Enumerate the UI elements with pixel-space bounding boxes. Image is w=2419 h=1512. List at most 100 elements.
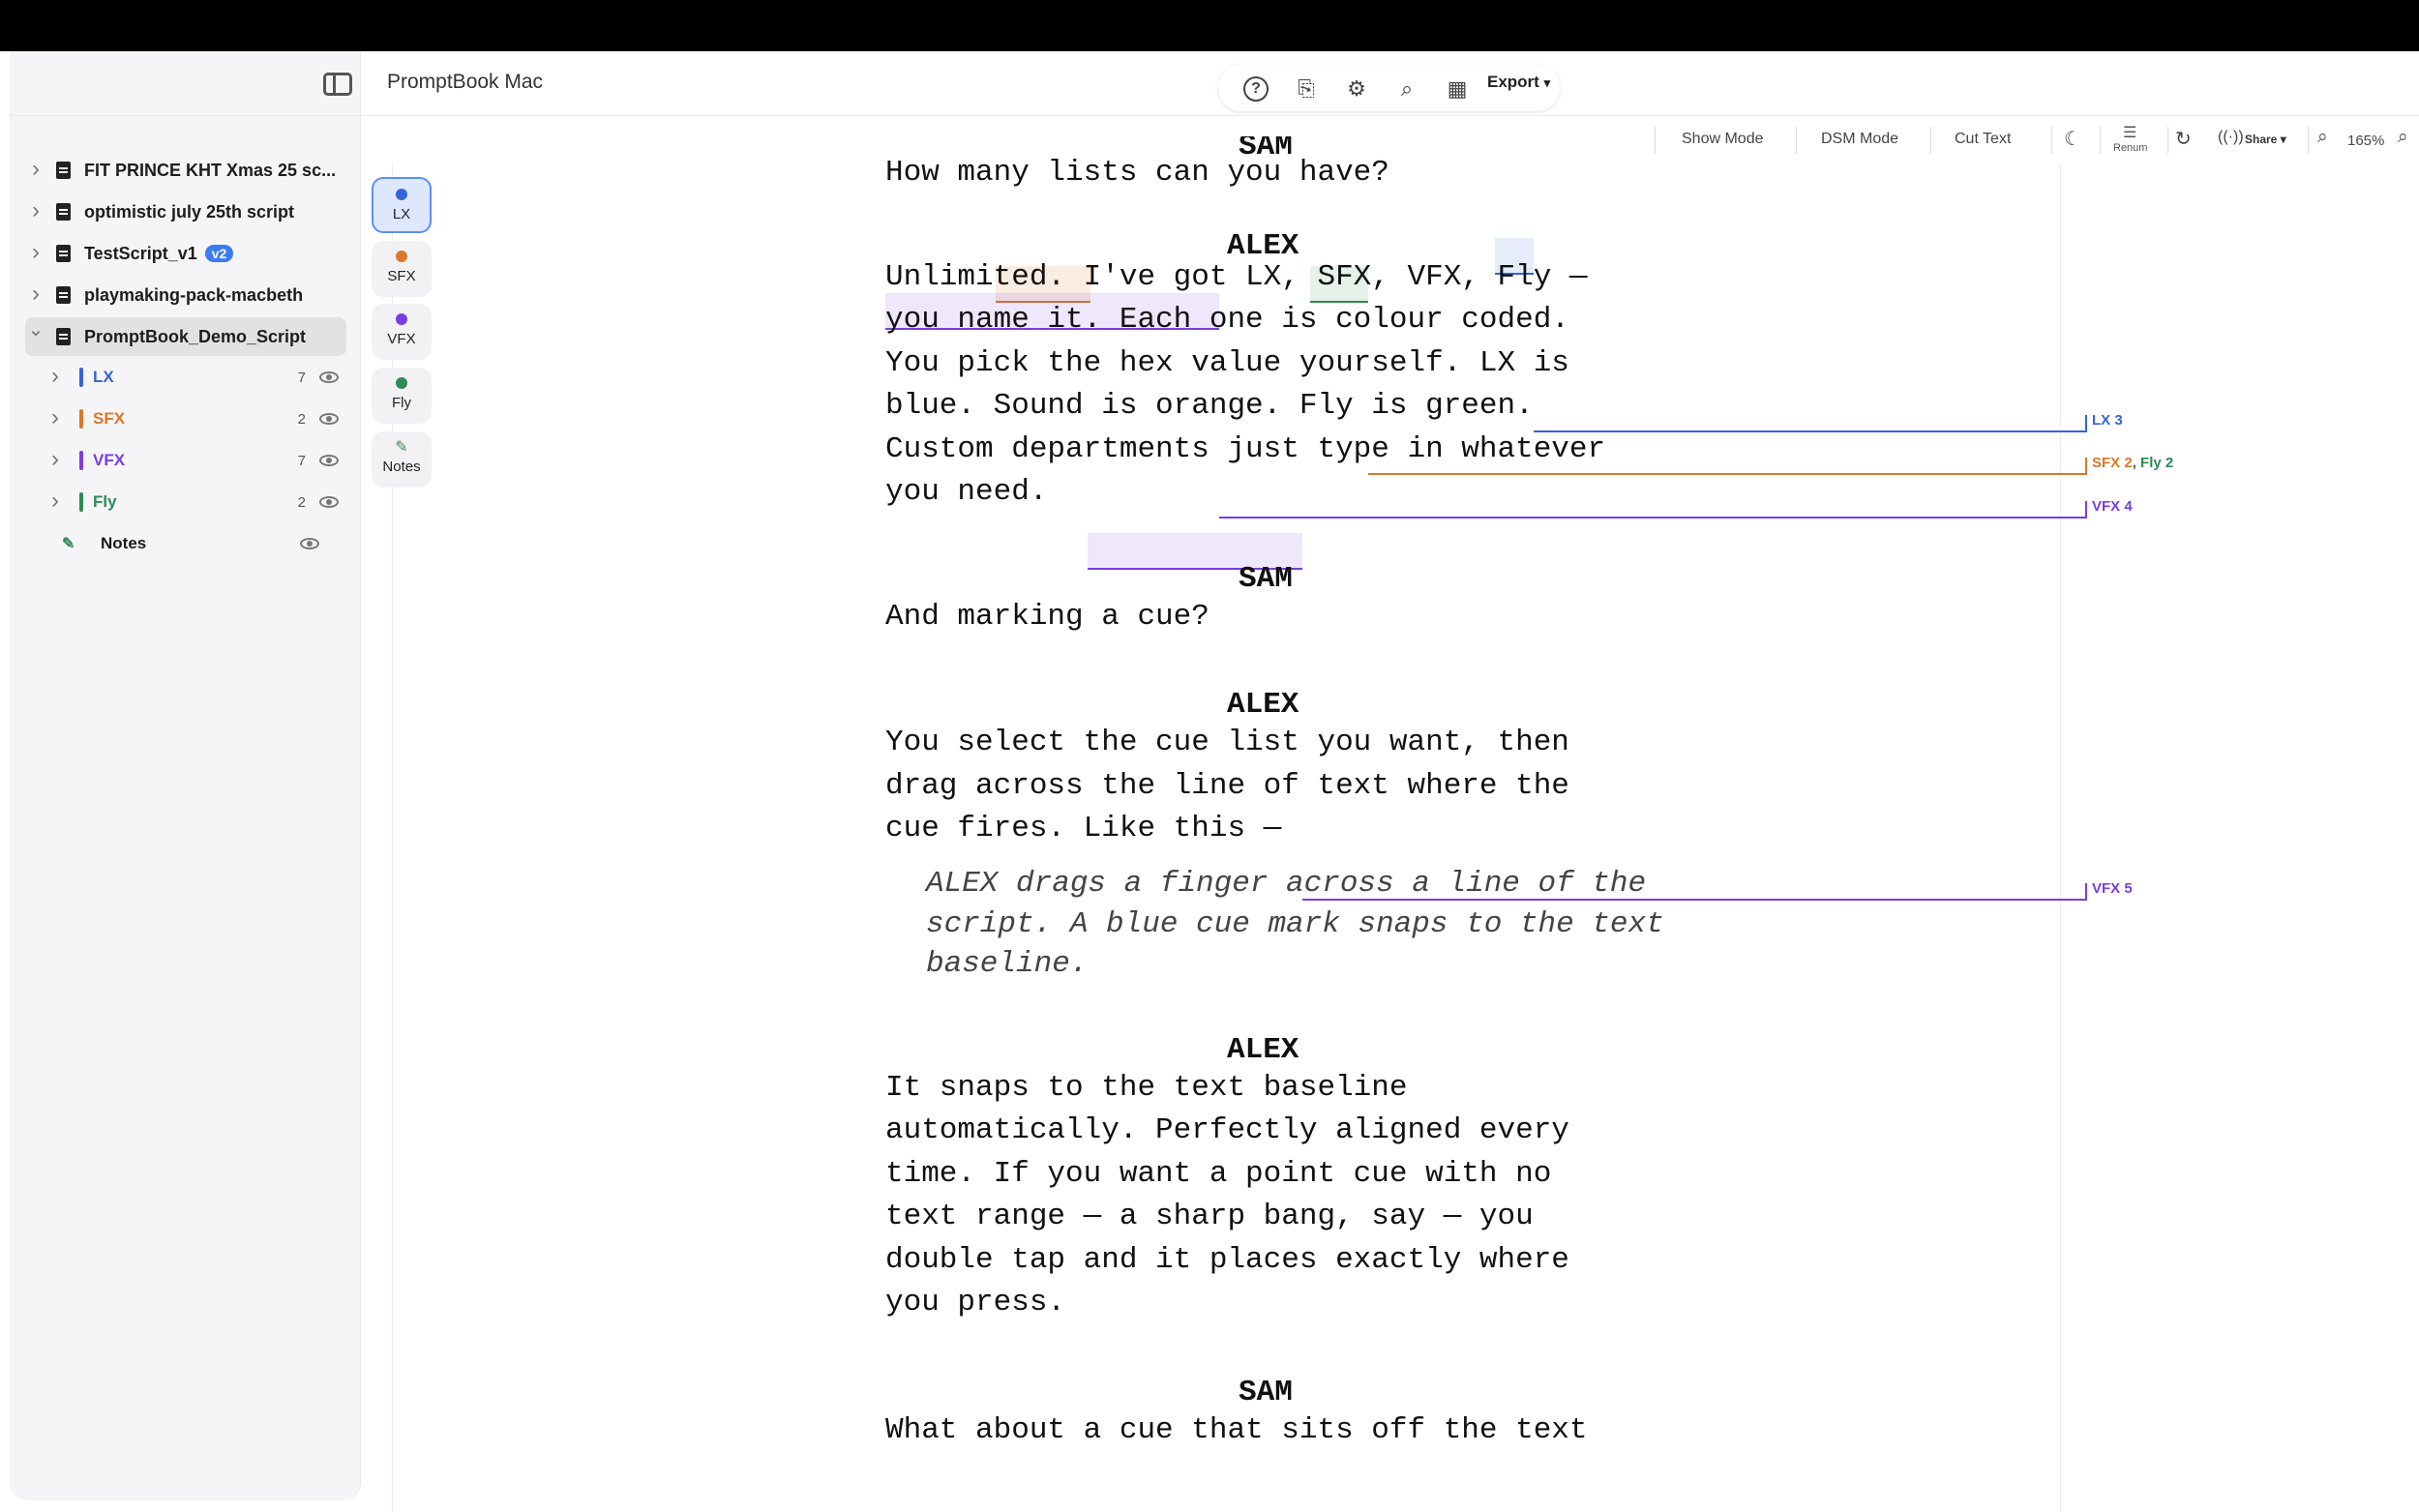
export-button[interactable]: Export ▾ bbox=[1487, 73, 1550, 92]
script-name: TestScript_v1 bbox=[84, 243, 197, 263]
eye-icon[interactable] bbox=[300, 538, 319, 549]
search-icon[interactable]: ⌕ bbox=[1394, 76, 1419, 102]
chevron-right-icon[interactable] bbox=[45, 492, 66, 513]
cue-label-comma: , bbox=[2132, 455, 2136, 471]
rail-vfx-button[interactable]: VFX bbox=[372, 304, 432, 360]
vfx-dot-icon bbox=[396, 313, 407, 325]
script-name: PromptBook_Demo_Script bbox=[84, 326, 307, 346]
dialogue-line: drag across the line of text where the bbox=[885, 769, 1569, 803]
cue-label-vfx5[interactable]: VFX 5 bbox=[2092, 880, 2133, 897]
cue-line-lx bbox=[1534, 430, 2087, 432]
cue-label-lx3[interactable]: LX 3 bbox=[2092, 412, 2123, 429]
sidebar-dept-fly[interactable]: Fly 2 bbox=[45, 483, 346, 521]
sidebar-dept-sfx[interactable]: SFX 2 bbox=[45, 400, 346, 438]
zoom-in-icon[interactable]: ⌕ bbox=[2398, 127, 2408, 148]
cue-tick bbox=[2085, 883, 2087, 901]
table-icon[interactable]: ▦ bbox=[1445, 76, 1470, 102]
dept-name: SFX bbox=[93, 409, 126, 428]
dialogue-line: automatically. Perfectly aligned every bbox=[885, 1113, 1569, 1147]
chevron-right-icon[interactable] bbox=[25, 202, 46, 222]
sidebar-script-item[interactable]: TestScript_v1 v2 bbox=[25, 234, 346, 273]
chevron-right-icon[interactable] bbox=[45, 451, 66, 471]
dialogue-line: You select the cue list you want, then bbox=[885, 726, 1569, 759]
dialogue-line: you need. bbox=[885, 475, 1048, 509]
chevron-right-icon[interactable] bbox=[25, 244, 46, 264]
dept-color-bar bbox=[79, 451, 83, 470]
sync-icon[interactable]: ↻ bbox=[2175, 127, 2192, 151]
cue-label-group: SFX 2, Fly 2 bbox=[2092, 455, 2173, 471]
dept-count: 2 bbox=[297, 410, 306, 428]
chevron-right-icon[interactable] bbox=[25, 161, 46, 181]
script-name: optimistic july 25th script bbox=[84, 201, 295, 222]
sidebar-script-item-active[interactable]: PromptBook_Demo_Script bbox=[25, 317, 346, 356]
cue-label-sfx2[interactable]: SFX 2 bbox=[2092, 455, 2133, 471]
share-button[interactable]: Share ▾ bbox=[2245, 133, 2286, 146]
chevron-right-icon[interactable] bbox=[45, 409, 66, 430]
moon-icon[interactable]: ☾ bbox=[2064, 127, 2081, 151]
dept-count: 7 bbox=[297, 452, 306, 469]
cue-label-fly2[interactable]: Fly 2 bbox=[2140, 455, 2173, 471]
sidebar-dept-vfx[interactable]: VFX 7 bbox=[45, 441, 346, 480]
rail-label: Fly bbox=[392, 395, 411, 411]
cue-label-vfx4[interactable]: VFX 4 bbox=[2092, 498, 2133, 515]
rail-sfx-button[interactable]: SFX bbox=[372, 241, 432, 297]
zoom-level: 165% bbox=[2347, 133, 2385, 149]
export-document-icon[interactable]: ⎘ bbox=[1294, 76, 1319, 102]
dialogue-line: blue. Sound is orange. Fly is green. bbox=[885, 389, 1534, 423]
sidebar-toggle-icon[interactable] bbox=[323, 73, 352, 96]
dept-color-bar bbox=[79, 368, 83, 387]
sidebar-script-item[interactable]: playmaking-pack-macbeth bbox=[25, 276, 346, 314]
toolbar-separator bbox=[2100, 127, 2101, 154]
dept-name: LX bbox=[93, 368, 114, 386]
sidebar-dept-lx[interactable]: LX 7 bbox=[45, 358, 346, 397]
eye-icon[interactable] bbox=[319, 371, 339, 383]
cut-text-button[interactable]: Cut Text bbox=[1955, 131, 2011, 148]
character-name: SAM bbox=[1239, 562, 1293, 596]
rail-label: LX bbox=[392, 206, 411, 222]
notes-icon: ✎ bbox=[62, 536, 75, 552]
chevron-right-icon[interactable] bbox=[25, 285, 46, 306]
dept-color-bar bbox=[79, 409, 83, 429]
toolbar-separator bbox=[2167, 127, 2168, 154]
chevron-down-icon[interactable] bbox=[25, 328, 46, 345]
chevron-right-icon[interactable] bbox=[45, 368, 66, 388]
dialogue-line: text range — a sharp bang, say — you bbox=[885, 1200, 1534, 1233]
sidebar-script-item[interactable]: FIT PRINCE KHT Xmas 25 sc... bbox=[25, 151, 346, 190]
rail-notes-button[interactable]: ✎ Notes bbox=[372, 431, 432, 488]
eye-icon[interactable] bbox=[319, 413, 339, 425]
lx-dot-icon bbox=[396, 189, 407, 200]
gear-icon[interactable]: ⚙ bbox=[1344, 76, 1369, 102]
dialogue-line: And marking a cue? bbox=[885, 600, 1210, 634]
dept-color-bar bbox=[79, 492, 83, 512]
dialogue-line: you press. bbox=[885, 1286, 1066, 1319]
version-badge: v2 bbox=[204, 245, 234, 262]
help-icon[interactable]: ? bbox=[1243, 76, 1269, 102]
rail-fly-button[interactable]: Fly bbox=[372, 368, 432, 424]
dialogue-line: you name it. Each one is colour coded. bbox=[885, 303, 1569, 337]
character-name: SAM bbox=[1239, 1376, 1293, 1409]
toolbar-separator bbox=[2051, 127, 2052, 154]
cue-tick bbox=[2085, 501, 2087, 519]
list-icon[interactable]: ☰ bbox=[2123, 123, 2136, 142]
renum-button[interactable]: Renum bbox=[2113, 142, 2147, 154]
dsm-mode-button[interactable]: DSM Mode bbox=[1821, 131, 1898, 148]
sidebar-notes[interactable]: ✎ Notes bbox=[25, 524, 327, 563]
eye-icon[interactable] bbox=[319, 455, 339, 466]
script-name: FIT PRINCE KHT Xmas 25 sc... bbox=[84, 160, 337, 180]
show-mode-button[interactable]: Show Mode bbox=[1682, 131, 1764, 148]
zoom-out-icon[interactable]: ⌕ bbox=[2317, 127, 2328, 148]
sidebar-script-item[interactable]: optimistic july 25th script bbox=[25, 193, 346, 231]
dialogue-line: What about a cue that sits off the text bbox=[885, 1413, 1588, 1447]
eye-icon[interactable] bbox=[319, 496, 339, 508]
script-name: playmaking-pack-macbeth bbox=[84, 284, 304, 305]
cue-line-vfx bbox=[1219, 517, 2087, 519]
rail-label: Notes bbox=[382, 459, 421, 475]
dialogue-line: time. If you want a point cue with no bbox=[885, 1157, 1552, 1191]
dialogue-line: You pick the hex value yourself. LX is bbox=[885, 346, 1569, 380]
toolbar-separator bbox=[2308, 127, 2309, 154]
rail-lx-button[interactable]: LX bbox=[372, 177, 432, 233]
toolbar-separator bbox=[1655, 127, 1656, 154]
dialogue-line: It snaps to the text baseline bbox=[885, 1071, 1408, 1105]
document-icon bbox=[56, 203, 71, 221]
cue-tick bbox=[2085, 415, 2087, 432]
